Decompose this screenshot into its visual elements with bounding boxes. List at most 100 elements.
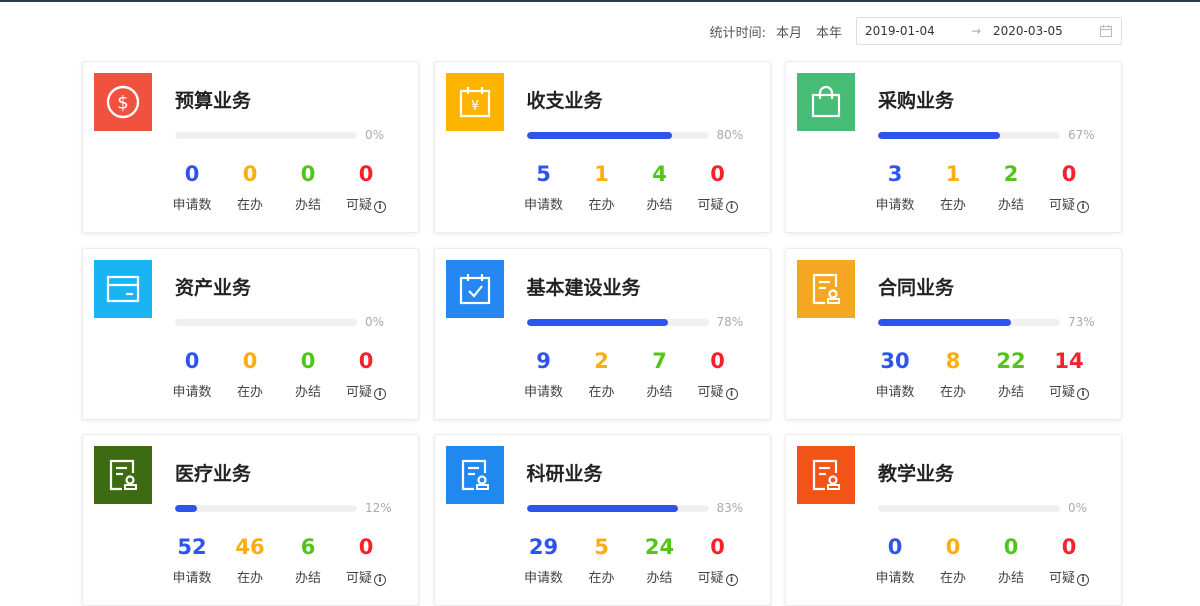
stat-apply[interactable]: 30 申请数 [866,347,924,400]
filter-option-year[interactable]: 本年 [816,22,842,41]
progress-percent: 80% [716,128,744,142]
progress-percent: 0% [365,128,385,142]
business-card[interactable]: 教学业务 0% 0 申请数 0 在办 0 办结 0 可疑 i [785,434,1122,606]
stat-doing[interactable]: 1 在办 [924,160,982,213]
doing-count: 46 [235,535,265,559]
business-card[interactable]: 采购业务 67% 3 申请数 1 在办 2 办结 0 可疑 i [785,61,1122,233]
card-title: 合同业务 [878,276,955,299]
info-icon[interactable]: i [1077,387,1089,400]
stat-doing[interactable]: 0 在办 [924,533,982,586]
top-border [0,0,1200,2]
stat-doing[interactable]: 8 在办 [924,347,982,400]
stat-done[interactable]: 6 办结 [279,533,337,586]
doubt-count: 0 [358,535,374,559]
business-card[interactable]: 合同业务 73% 30 申请数 8 在办 22 办结 14 可疑 i [785,247,1122,420]
business-card[interactable]: 资产业务 0% 0 申请数 0 在办 0 办结 0 可疑 i [82,247,419,420]
doubt-count: 0 [1061,535,1077,559]
apply-label: 申请数 [875,571,915,586]
stat-apply[interactable]: 5 申请数 [515,160,573,213]
stat-doubt[interactable]: 0 可疑 i [337,160,395,213]
doubt-label-text: 可疑 [697,384,724,400]
card-title: 预算业务 [175,90,252,112]
done-count: 0 [300,162,316,186]
stat-doubt[interactable]: 0 可疑 i [689,533,747,586]
progress-bar [175,132,357,139]
range-arrow-icon: → [971,24,982,38]
stat-apply[interactable]: 52 申请数 [163,533,221,586]
filter-option-month[interactable]: 本月 [776,22,802,41]
stat-apply[interactable]: 3 申请数 [866,160,924,213]
business-card[interactable]: 基本建设业务 78% 9 申请数 2 在办 7 办结 0 可疑 i [433,247,771,420]
doing-count: 2 [594,348,609,373]
stat-done[interactable]: 4 办结 [631,160,689,213]
card-stats: 3 申请数 1 在办 2 办结 0 可疑 i [866,160,1098,213]
info-icon[interactable]: i [725,387,738,400]
stat-doing[interactable]: 1 在办 [573,160,631,213]
done-count: 24 [644,535,675,559]
apply-label: 申请数 [523,198,563,213]
stat-done[interactable]: 0 办结 [279,160,337,213]
stat-done[interactable]: 7 办结 [631,347,689,400]
stat-doing[interactable]: 46 在办 [221,533,279,586]
stat-doubt[interactable]: 0 可疑 i [337,347,395,400]
filter-label: 统计时间: [709,25,766,41]
stat-done[interactable]: 24 办结 [631,533,689,586]
stat-doing[interactable]: 2 在办 [573,347,631,400]
info-icon[interactable]: i [1077,574,1089,586]
stat-apply[interactable]: 0 申请数 [866,533,924,586]
stat-apply[interactable]: 0 申请数 [163,347,221,400]
stat-done[interactable]: 0 办结 [279,347,337,400]
stat-doing[interactable]: 0 在办 [221,347,279,400]
stat-apply[interactable]: 9 申请数 [515,347,573,400]
progress-bar [878,505,1060,512]
end-date-input[interactable]: 2020-03-05 [993,24,1099,38]
card-title: 基本建设业务 [526,276,641,299]
start-date-input[interactable]: 2019-01-04 [865,24,971,38]
apply-count: 3 [887,162,903,186]
doing-count: 0 [242,162,258,186]
progress-fill [878,318,1011,326]
doing-count: 0 [945,535,961,559]
card-stats: 0 申请数 0 在办 0 办结 0 可疑 i [866,533,1098,586]
stat-done[interactable]: 2 办结 [982,160,1040,213]
calendar-icon[interactable] [1099,24,1113,38]
stat-doing[interactable]: 0 在办 [221,160,279,213]
done-label: 办结 [294,384,321,400]
apply-label: 申请数 [875,198,915,213]
card-stats: 0 申请数 0 在办 0 办结 0 可疑 i [163,160,395,213]
stat-done[interactable]: 0 办结 [982,533,1040,586]
stat-done[interactable]: 22 办结 [982,347,1040,400]
stat-doubt[interactable]: 14 可疑 i [1040,347,1098,400]
progress-bar [175,318,357,326]
date-range-picker[interactable]: 2019-01-04 → 2020-03-05 [856,17,1122,45]
card-stats: 52 申请数 46 在办 6 办结 0 可疑 i [163,533,395,586]
info-icon[interactable]: i [725,201,738,213]
stat-doubt[interactable]: 0 可疑 i [1040,533,1098,586]
doubt-count: 0 [710,162,725,186]
business-card[interactable]: 医疗业务 12% 52 申请数 46 在办 6 办结 0 可疑 i [82,434,419,606]
stat-doubt[interactable]: 0 可疑 i [1040,160,1098,213]
apply-count: 0 [184,348,200,373]
info-icon[interactable]: i [725,574,738,586]
done-count: 6 [300,535,316,559]
stat-apply[interactable]: 0 申请数 [163,160,221,213]
card-title: 科研业务 [526,463,603,485]
info-icon[interactable]: i [374,387,386,400]
card-stats: 9 申请数 2 在办 7 办结 0 可疑 i [515,347,747,400]
info-icon[interactable]: i [374,574,386,586]
done-count: 7 [652,348,667,373]
stat-doubt[interactable]: 0 可疑 i [337,533,395,586]
business-card[interactable]: 科研业务 83% 29 申请数 5 在办 24 办结 0 可疑 i [433,434,771,606]
progress-bar [526,318,709,326]
business-card[interactable]: $ 预算业务 0% 0 申请数 0 在办 0 办结 0 可疑 i [82,61,419,233]
stat-doubt[interactable]: 0 可疑 i [689,160,747,213]
card-title: 医疗业务 [175,463,252,485]
stat-doubt[interactable]: 0 可疑 i [689,347,747,400]
stat-doing[interactable]: 5 在办 [573,533,631,586]
yen-calendar-icon: ¥ [445,73,504,131]
info-icon[interactable]: i [374,201,386,213]
info-icon[interactable]: i [1077,201,1089,213]
doing-count: 1 [594,162,609,186]
stat-apply[interactable]: 29 申请数 [515,533,573,586]
business-card[interactable]: ¥ 收支业务 80% 5 申请数 1 在办 4 办结 0 可疑 i [433,61,771,233]
